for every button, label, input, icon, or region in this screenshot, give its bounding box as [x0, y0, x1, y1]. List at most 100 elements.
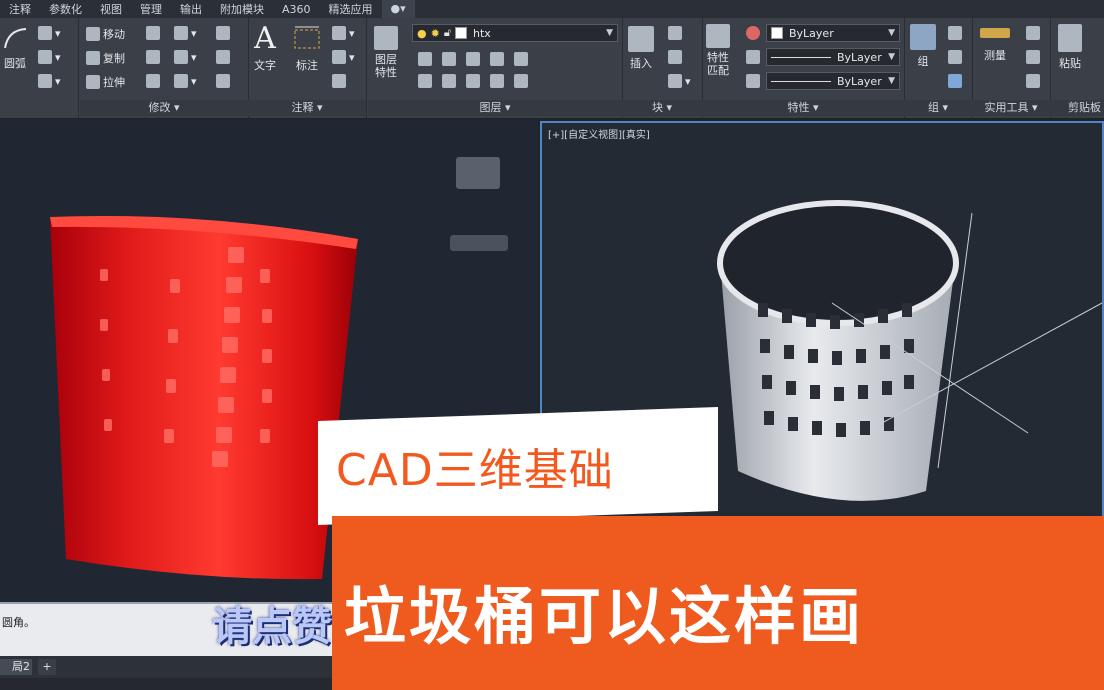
edit-block-icon	[668, 50, 682, 64]
panel-annotation-title[interactable]: 注释 ▾	[248, 100, 366, 116]
measure-button[interactable]: 测量	[980, 28, 1010, 63]
group-button[interactable]: 组	[910, 24, 936, 69]
move-icon	[86, 27, 100, 41]
layer-tool-4[interactable]	[490, 52, 504, 66]
layer-tool-6[interactable]	[418, 74, 432, 88]
color-wheel-button[interactable]	[746, 26, 760, 40]
calculator-button[interactable]	[1026, 74, 1040, 88]
panel-layers: 图层 特性 ● ✹ 🔓︎ htx ▼ 图层 ▾	[368, 18, 623, 118]
layer-tool-7[interactable]	[442, 74, 456, 88]
menu-output[interactable]: 输出	[171, 1, 211, 17]
group-select-button[interactable]	[948, 74, 962, 88]
offset-icon	[216, 74, 230, 88]
table-button[interactable]	[332, 74, 346, 88]
panel-annotation: A 文字 标注 ▾ ▾ 注释 ▾	[248, 18, 367, 118]
layer-tool-2[interactable]	[442, 52, 456, 66]
layer-tool-5[interactable]	[514, 52, 528, 66]
leader-button[interactable]: ▾	[332, 50, 355, 64]
offset-button[interactable]	[216, 74, 230, 88]
stretch-button[interactable]: 拉伸	[86, 74, 125, 90]
move-button[interactable]: 移动	[86, 26, 125, 42]
mirror-button[interactable]	[146, 50, 160, 64]
panel-group-title[interactable]: 组 ▾	[904, 100, 972, 116]
fillet-button[interactable]: ▾	[174, 50, 197, 64]
scale-button[interactable]	[146, 74, 160, 88]
menu-manage[interactable]: 管理	[131, 1, 171, 17]
explode-icon	[216, 50, 230, 64]
linear-dim-icon	[332, 26, 346, 40]
layer-current-icon	[514, 74, 528, 88]
quick-select-button[interactable]	[1026, 26, 1040, 40]
edit-block-button[interactable]	[668, 50, 682, 64]
match-properties-button[interactable]: 特性 匹配	[706, 24, 730, 77]
calculator-icon	[1026, 74, 1040, 88]
dimension-icon	[294, 26, 320, 49]
panel-block-title[interactable]: 块 ▾	[622, 100, 702, 116]
arc-button[interactable]: 圆弧	[2, 26, 28, 71]
text-button[interactable]: A 文字	[254, 24, 276, 73]
command-history-text: 圆角。	[2, 616, 35, 629]
dimension-button[interactable]: 标注	[292, 24, 322, 73]
panel-layers-title[interactable]: 图层 ▾	[368, 100, 622, 116]
quick-select-icon	[1026, 26, 1040, 40]
panel-utilities-title[interactable]: 实用工具 ▾	[972, 100, 1050, 116]
panel-clipboard-title[interactable]: 剪贴板	[1050, 100, 1104, 116]
lineweight-button[interactable]	[746, 74, 760, 88]
menu-more[interactable]: ●▾	[381, 0, 415, 18]
group-icon	[910, 24, 936, 50]
hatch-icon	[38, 50, 52, 64]
rotate-button[interactable]	[146, 26, 160, 40]
layer-unlock-icon	[490, 74, 504, 88]
menu-featured-apps[interactable]: 精选应用	[320, 1, 382, 17]
explode-button[interactable]	[216, 50, 230, 64]
block-attr-button[interactable]: ▾	[668, 74, 691, 88]
menu-parametric[interactable]: 参数化	[40, 1, 91, 17]
trim-icon	[174, 26, 188, 40]
linear-dim-button[interactable]: ▾	[332, 26, 355, 40]
color-dropdown[interactable]: ByLayer ▼	[766, 24, 900, 42]
panel-modify-title[interactable]: 修改 ▾	[80, 100, 248, 116]
overlay-title: CAD三维基础	[336, 445, 614, 496]
menu-view[interactable]: 视图	[91, 1, 131, 17]
panel-properties-title[interactable]: 特性 ▾	[702, 100, 904, 116]
layer-tool-8[interactable]	[466, 74, 480, 88]
layer-tool-1[interactable]	[418, 52, 432, 66]
insert-button[interactable]: 插入	[628, 26, 654, 71]
linetype-button[interactable]	[746, 50, 760, 64]
array-button[interactable]: ▾	[38, 74, 61, 88]
layer-stack-icon	[374, 26, 398, 50]
copy-button[interactable]: 复制	[86, 50, 125, 66]
trim-button[interactable]: ▾	[174, 26, 197, 40]
hatch-button[interactable]: ▾	[38, 50, 61, 64]
menu-addins[interactable]: 附加模块	[211, 1, 273, 17]
menu-a360[interactable]: A360	[273, 3, 320, 16]
layer-freeze-icon	[466, 52, 480, 66]
layer-tool-9[interactable]	[490, 74, 504, 88]
ungroup-button[interactable]	[948, 26, 962, 40]
layer-tool-10[interactable]	[514, 74, 528, 88]
mirror-icon	[146, 50, 160, 64]
add-tab-button[interactable]: +	[38, 659, 56, 675]
layer-isolate-icon	[442, 52, 456, 66]
menu-annotate[interactable]: 注释	[0, 1, 40, 17]
layer-tool-3[interactable]	[466, 52, 480, 66]
group-edit-button[interactable]	[948, 50, 962, 64]
layer-properties-button[interactable]: 图层 特性	[374, 26, 398, 79]
point-button[interactable]	[1026, 50, 1040, 64]
stretch-icon	[86, 75, 100, 89]
panel-utilities: 测量 实用工具 ▾	[972, 18, 1051, 118]
color-swatch	[771, 27, 783, 39]
create-block-button[interactable]	[668, 26, 682, 40]
color-wheel-icon	[746, 26, 760, 40]
block-attribute-icon	[668, 74, 682, 88]
tab-layout2[interactable]: 局2	[0, 659, 32, 675]
erase-icon	[216, 26, 230, 40]
layer-dropdown[interactable]: ● ✹ 🔓︎ htx ▼	[412, 24, 618, 42]
erase-button[interactable]	[216, 26, 230, 40]
lineweight-dropdown[interactable]: ByLayer ▼	[766, 72, 900, 90]
paste-button[interactable]: 粘贴	[1058, 24, 1082, 71]
array-modify-button[interactable]: ▾	[174, 74, 197, 88]
rect-button[interactable]: ▾	[38, 26, 61, 40]
linetype-dropdown[interactable]: ByLayer ▼	[766, 48, 900, 66]
point-icon	[1026, 50, 1040, 64]
